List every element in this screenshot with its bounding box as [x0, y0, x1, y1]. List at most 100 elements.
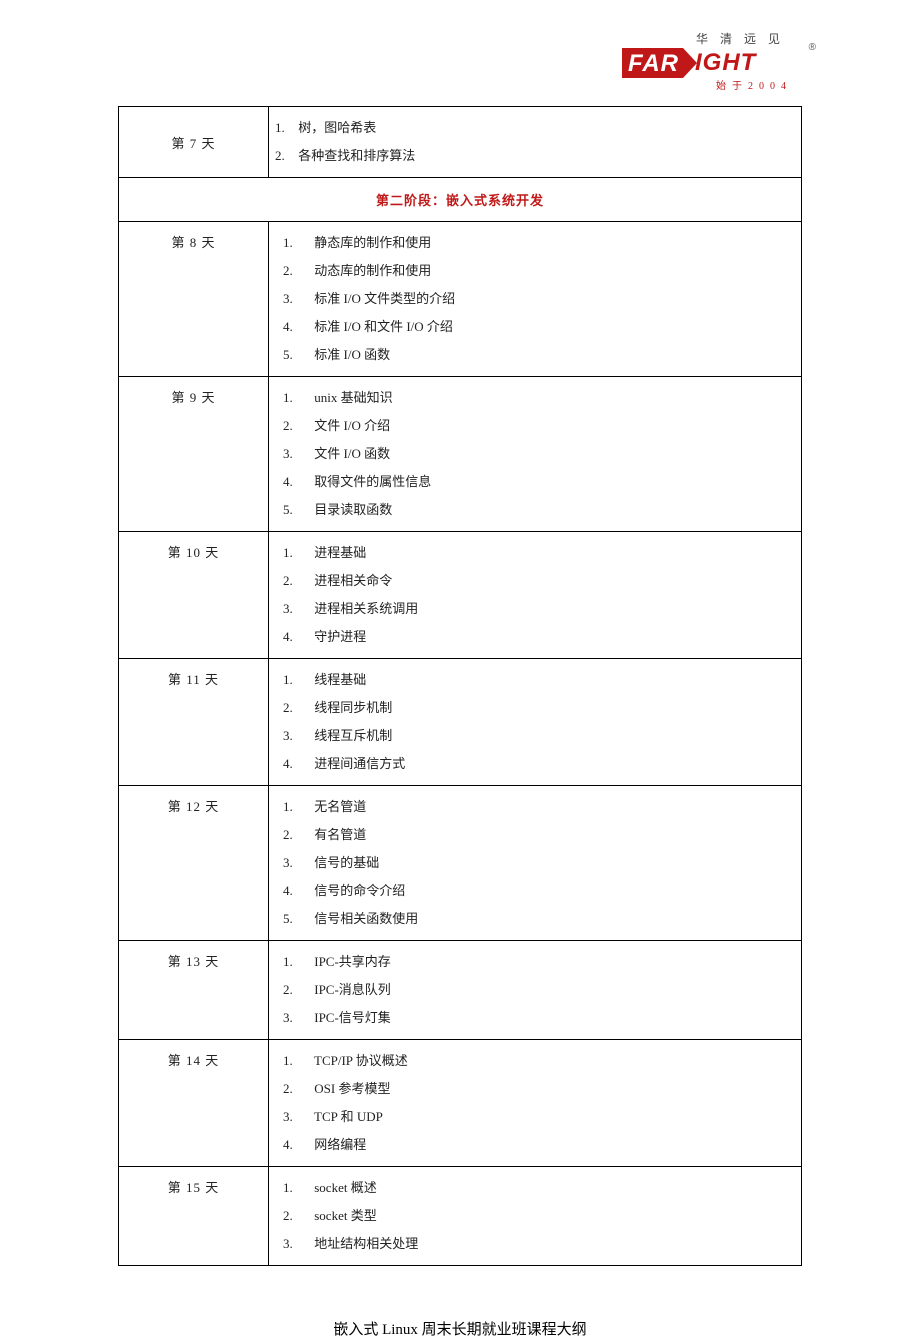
- farsight-logo: 华清远见 FAR IGHT ® 始于2004: [622, 30, 802, 92]
- list-text: 动态库的制作和使用: [311, 263, 431, 278]
- list-item: 3. 文件 I/O 函数: [283, 440, 801, 468]
- list-number: 1.: [283, 666, 311, 694]
- list-text: 进程相关系统调用: [311, 601, 418, 616]
- list-number: 2.: [275, 142, 295, 170]
- list-number: 1.: [283, 948, 311, 976]
- list-text: 进程间通信方式: [311, 756, 405, 771]
- list-text: 取得文件的属性信息: [311, 474, 431, 489]
- list-item: 3. 信号的基础: [283, 849, 801, 877]
- list-text: TCP/IP 协议概述: [311, 1053, 408, 1068]
- list-number: 1.: [275, 114, 295, 142]
- list-item: 3. 线程互斥机制: [283, 722, 801, 750]
- list-number: 2.: [283, 567, 311, 595]
- list-text: 无名管道: [311, 799, 366, 814]
- list-number: 4.: [283, 623, 311, 651]
- list-text: 文件 I/O 函数: [311, 446, 390, 461]
- list-text: 进程基础: [311, 545, 366, 560]
- list-text: 树，图哈希表: [295, 120, 376, 135]
- page-body: 第 7 天1. 树，图哈希表2. 各种查找和排序算法第二阶段：嵌入式系统开发第 …: [118, 106, 802, 1339]
- list-text: IPC-信号灯集: [311, 1010, 391, 1025]
- list-text: 进程相关命令: [311, 573, 392, 588]
- day-cell: 第 8 天: [119, 222, 269, 377]
- list-text: unix 基础知识: [311, 390, 393, 405]
- list-number: 1.: [283, 229, 311, 257]
- list-number: 1.: [283, 539, 311, 567]
- stage-row: 第二阶段：嵌入式系统开发: [119, 178, 802, 222]
- list-text: 信号相关函数使用: [311, 911, 418, 926]
- list-number: 2.: [283, 1202, 311, 1230]
- list-item: 1. unix 基础知识: [283, 384, 801, 412]
- list-item: 1. TCP/IP 协议概述: [283, 1047, 801, 1075]
- list-text: 信号的基础: [311, 855, 379, 870]
- list-text: 地址结构相关处理: [311, 1236, 418, 1251]
- list-text: 信号的命令介绍: [311, 883, 405, 898]
- list-item: 4. 取得文件的属性信息: [283, 468, 801, 496]
- list-text: 文件 I/O 介绍: [311, 418, 390, 433]
- list-number: 4.: [283, 750, 311, 778]
- list-number: 4.: [283, 468, 311, 496]
- table-row: 第 9 天1. unix 基础知识2. 文件 I/O 介绍3. 文件 I/O 函…: [119, 377, 802, 532]
- list-item: 2. socket 类型: [283, 1202, 801, 1230]
- logo-top-text: 华清远见: [696, 30, 792, 47]
- list-item: 1. 静态库的制作和使用: [283, 229, 801, 257]
- list-item: 5. 目录读取函数: [283, 496, 801, 524]
- day-cell: 第 13 天: [119, 941, 269, 1040]
- list-item: 1. socket 概述: [283, 1174, 801, 1202]
- footer-title: 嵌入式 Linux 周末长期就业班课程大纲: [118, 1318, 802, 1339]
- footer-post: 周末长期就业班课程大纲: [418, 1322, 587, 1338]
- list-item: 2. 各种查找和排序算法: [275, 142, 801, 170]
- list-number: 2.: [283, 976, 311, 1004]
- content-cell: 1. unix 基础知识2. 文件 I/O 介绍3. 文件 I/O 函数4. 取…: [269, 377, 802, 532]
- logo-bar: FAR IGHT ®: [622, 48, 802, 78]
- list-number: 5.: [283, 905, 311, 933]
- list-number: 2.: [283, 257, 311, 285]
- list-text: 守护进程: [311, 629, 366, 644]
- list-number: 3.: [283, 1103, 311, 1131]
- list-number: 1.: [283, 1047, 311, 1075]
- logo-reg-mark: ®: [809, 42, 816, 53]
- list-number: 3.: [283, 1004, 311, 1032]
- day-cell: 第 12 天: [119, 786, 269, 941]
- list-text: TCP 和 UDP: [311, 1109, 383, 1124]
- list-text: 标准 I/O 函数: [311, 347, 390, 362]
- table-row: 第 13 天1. IPC-共享内存2. IPC-消息队列3. IPC-信号灯集: [119, 941, 802, 1040]
- list-text: 网络编程: [311, 1137, 366, 1152]
- list-item: 2. 进程相关命令: [283, 567, 801, 595]
- list-item: 2. OSI 参考模型: [283, 1075, 801, 1103]
- list-number: 3.: [283, 285, 311, 313]
- list-item: 3. TCP 和 UDP: [283, 1103, 801, 1131]
- list-item: 1. 线程基础: [283, 666, 801, 694]
- list-text: 各种查找和排序算法: [295, 148, 415, 163]
- logo-ight: IGHT: [695, 49, 756, 77]
- header: 华清远见 FAR IGHT ® 始于2004: [0, 30, 920, 106]
- list-item: 5. 标准 I/O 函数: [283, 341, 801, 369]
- content-cell: 1. 线程基础2. 线程同步机制3. 线程互斥机制4. 进程间通信方式: [269, 659, 802, 786]
- list-item: 1. IPC-共享内存: [283, 948, 801, 976]
- syllabus-table: 第 7 天1. 树，图哈希表2. 各种查找和排序算法第二阶段：嵌入式系统开发第 …: [118, 106, 802, 1266]
- list-number: 3.: [283, 595, 311, 623]
- day-cell: 第 11 天: [119, 659, 269, 786]
- list-item: 2. 文件 I/O 介绍: [283, 412, 801, 440]
- list-number: 2.: [283, 1075, 311, 1103]
- list-text: 线程互斥机制: [311, 728, 392, 743]
- list-number: 2.: [283, 412, 311, 440]
- day-cell: 第 14 天: [119, 1040, 269, 1167]
- content-cell: 1. 树，图哈希表2. 各种查找和排序算法: [269, 107, 802, 178]
- list-text: OSI 参考模型: [311, 1081, 390, 1096]
- table-row: 第 15 天1. socket 概述2. socket 类型3. 地址结构相关处…: [119, 1167, 802, 1266]
- list-text: 有名管道: [311, 827, 366, 842]
- content-cell: 1. 进程基础2. 进程相关命令3. 进程相关系统调用4. 守护进程: [269, 532, 802, 659]
- table-row: 第 14 天1. TCP/IP 协议概述2. OSI 参考模型3. TCP 和 …: [119, 1040, 802, 1167]
- list-item: 2. 线程同步机制: [283, 694, 801, 722]
- day-cell: 第 15 天: [119, 1167, 269, 1266]
- table-row: 第 8 天1. 静态库的制作和使用2. 动态库的制作和使用3. 标准 I/O 文…: [119, 222, 802, 377]
- list-item: 1. 树，图哈希表: [275, 114, 801, 142]
- list-text: socket 概述: [311, 1180, 377, 1195]
- list-number: 2.: [283, 821, 311, 849]
- table-row: 第 10 天1. 进程基础2. 进程相关命令3. 进程相关系统调用4. 守护进程: [119, 532, 802, 659]
- list-number: 3.: [283, 440, 311, 468]
- list-item: 3. IPC-信号灯集: [283, 1004, 801, 1032]
- list-item: 5. 信号相关函数使用: [283, 905, 801, 933]
- list-text: 线程同步机制: [311, 700, 392, 715]
- list-number: 5.: [283, 496, 311, 524]
